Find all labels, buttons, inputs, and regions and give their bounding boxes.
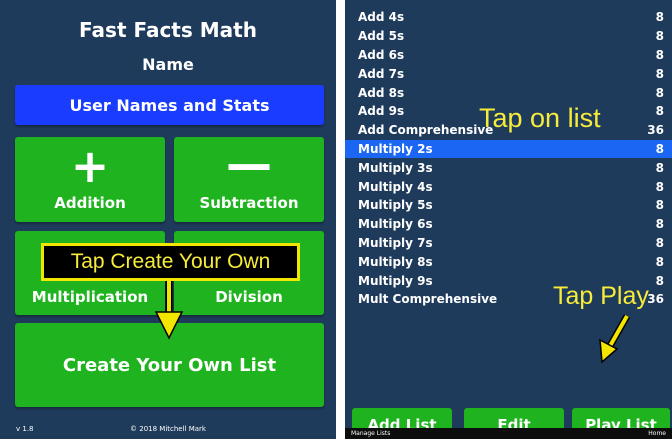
main-menu-screen: Fast Facts Math Name User Names and Stat…	[0, 0, 336, 439]
bottom-bar: Manage Lists Home	[345, 428, 672, 439]
copyright-label: © 2018 Mitchell Mark	[130, 425, 206, 433]
manage-lists-label[interactable]: Manage Lists	[351, 430, 390, 437]
down-arrow-icon	[154, 281, 184, 340]
arrow-to-play-icon	[599, 314, 631, 364]
home-label[interactable]: Home	[648, 430, 666, 437]
list-screen: Add 4s 8 Add 5s 8 Add 6s 8 Add 7s 8 Add 8s 8 Add 9…	[345, 0, 672, 439]
